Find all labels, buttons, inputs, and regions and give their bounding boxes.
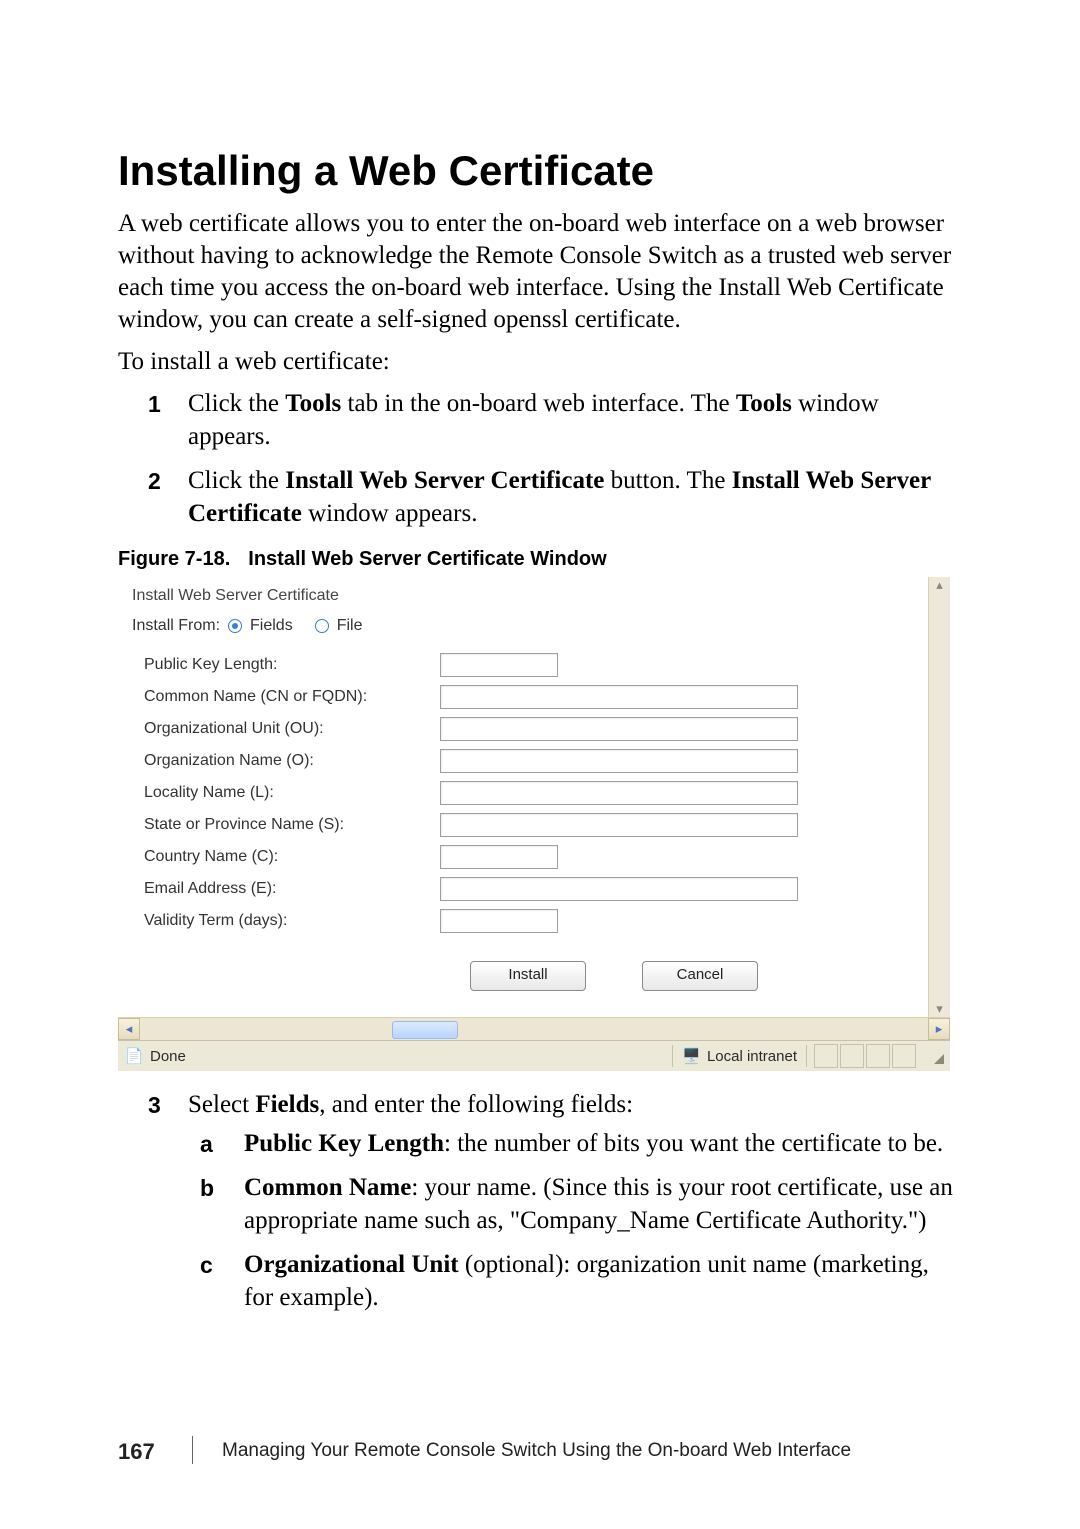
text: Click the [188, 467, 285, 494]
page-icon: 📄 [124, 1046, 144, 1066]
form-area: Public Key Length: Common Name (CN or FQ… [118, 641, 928, 1017]
text: : the number of bits you want the certif… [444, 1130, 943, 1157]
step-1: 1 Click the Tools tab in the on-board we… [118, 388, 962, 453]
text: Select [188, 1091, 255, 1118]
sub-a: a Public Key Length: the number of bits … [188, 1128, 962, 1161]
step-2: 2 Click the Install Web Server Certifica… [118, 465, 962, 530]
radio-fields[interactable] [228, 619, 242, 633]
status-cell [840, 1044, 864, 1068]
status-done: Done [150, 1048, 186, 1065]
page: Installing a Web Certificate A web certi… [0, 0, 1080, 1529]
public-key-length-bold: Public Key Length [244, 1130, 444, 1157]
install-web-cert-bold: Install Web Server Certificate [285, 467, 604, 494]
figure-label: Figure 7-18. [118, 548, 230, 570]
radio-fields-label: Fields [250, 617, 293, 635]
organizational-unit-bold: Organizational Unit [244, 1251, 459, 1278]
text: tab in the on-board web interface. The [341, 390, 736, 417]
status-cell [892, 1044, 916, 1068]
label-locality-name: Locality Name (L): [144, 784, 440, 802]
input-common-name[interactable] [440, 685, 798, 709]
label-email: Email Address (E): [144, 880, 440, 898]
scrollbar-thumb[interactable] [392, 1021, 458, 1039]
status-zone: Local intranet [707, 1048, 797, 1065]
text: Click the [188, 390, 285, 417]
sub-list: a Public Key Length: the number of bits … [188, 1128, 962, 1315]
tools-bold: Tools [285, 390, 341, 417]
page-number: 167 [118, 1439, 155, 1465]
label-organization-name: Organization Name (O): [144, 752, 440, 770]
status-bar: 📄 Done 🖥️ Local intranet [118, 1040, 950, 1071]
page-title: Installing a Web Certificate [118, 148, 962, 194]
numbered-list-1: 1 Click the Tools tab in the on-board we… [118, 388, 962, 530]
sub-marker: a [200, 1128, 213, 1161]
input-organizational-unit[interactable] [440, 717, 798, 741]
sub-b: b Common Name: your name. (Since this is… [188, 1172, 962, 1237]
label-validity-term: Validity Term (days): [144, 912, 440, 930]
cancel-button[interactable]: Cancel [642, 961, 758, 991]
status-cell [814, 1044, 838, 1068]
label-country-name: Country Name (C): [144, 848, 440, 866]
scroll-down-icon[interactable]: ▾ [934, 1003, 946, 1015]
status-cell [866, 1044, 890, 1068]
horizontal-scrollbar[interactable]: ◂ ▸ [118, 1017, 950, 1040]
install-from-label: Install From: [132, 617, 220, 635]
figure-caption: Figure 7-18. Install Web Server Certifica… [118, 548, 962, 571]
radio-file[interactable] [315, 619, 329, 633]
window-title: Install Web Server Certificate [118, 577, 928, 611]
numbered-list-2: 3 Select Fields, and enter the following… [118, 1089, 962, 1314]
sub-c: c Organizational Unit (optional): organi… [188, 1249, 962, 1314]
step-marker: 3 [148, 1089, 161, 1122]
label-public-key-length: Public Key Length: [144, 656, 440, 674]
vertical-scrollbar[interactable]: ▴ ▾ [928, 577, 950, 1017]
label-organizational-unit: Organizational Unit (OU): [144, 720, 440, 738]
footer-divider [192, 1436, 193, 1464]
fields-bold: Fields [255, 1091, 319, 1118]
radio-file-label: File [337, 617, 363, 635]
input-public-key-length[interactable] [440, 653, 558, 677]
input-locality-name[interactable] [440, 781, 798, 805]
figure-title: Install Web Server Certificate Window [248, 548, 606, 570]
scroll-left-icon[interactable]: ◂ [118, 1018, 140, 1040]
scroll-right-icon[interactable]: ▸ [928, 1018, 950, 1040]
step-marker: 1 [148, 388, 161, 421]
tools-bold: Tools [736, 390, 792, 417]
sub-marker: b [200, 1172, 214, 1205]
input-organization-name[interactable] [440, 749, 798, 773]
label-common-name: Common Name (CN or FQDN): [144, 688, 440, 706]
install-button[interactable]: Install [470, 961, 586, 991]
text: , and enter the following fields: [319, 1091, 633, 1118]
step-marker: 2 [148, 465, 161, 498]
resize-grip-icon[interactable] [926, 1046, 946, 1066]
text: window appears. [302, 500, 478, 527]
zone-icon: 🖥️ [682, 1047, 701, 1065]
chapter-title: Managing Your Remote Console Switch Usin… [222, 1440, 851, 1462]
input-validity-term[interactable] [440, 909, 558, 933]
input-state-province[interactable] [440, 813, 798, 837]
label-state-province: State or Province Name (S): [144, 816, 440, 834]
input-email[interactable] [440, 877, 798, 901]
step-3: 3 Select Fields, and enter the following… [118, 1089, 962, 1314]
input-country-name[interactable] [440, 845, 558, 869]
intro-paragraph: A web certificate allows you to enter th… [118, 208, 962, 336]
screenshot-install-web-server-cert: Install Web Server Certificate Install F… [118, 577, 950, 1071]
to-install-line: To install a web certificate: [118, 346, 962, 378]
scroll-up-icon[interactable]: ▴ [934, 579, 946, 591]
text: button. The [604, 467, 731, 494]
sub-marker: c [200, 1249, 213, 1282]
common-name-bold: Common Name [244, 1174, 411, 1201]
